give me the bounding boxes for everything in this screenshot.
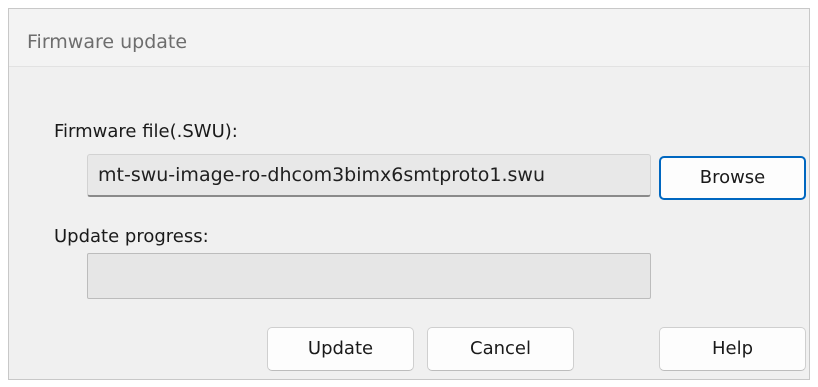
firmware-file-field[interactable]: mt-swu-image-ro-dhcom3bimx6smtproto1.swu bbox=[87, 154, 651, 197]
update-progress-label: Update progress: bbox=[54, 226, 209, 247]
firmware-update-dialog: Firmware update Firmware file(.SWU): mt-… bbox=[8, 8, 810, 380]
cancel-button[interactable]: Cancel bbox=[427, 327, 574, 371]
update-progress-bar bbox=[87, 253, 651, 299]
dialog-titlebar[interactable]: Firmware update bbox=[9, 9, 809, 67]
background-window-fragment bbox=[200, 0, 340, 6]
update-button[interactable]: Update bbox=[267, 327, 414, 371]
help-button[interactable]: Help bbox=[659, 327, 806, 371]
firmware-file-label: Firmware file(.SWU): bbox=[54, 121, 238, 142]
dialog-title: Firmware update bbox=[27, 31, 188, 53]
screen: Firmware update Firmware file(.SWU): mt-… bbox=[0, 0, 818, 387]
browse-button[interactable]: Browse bbox=[659, 156, 806, 200]
background-window-fragment bbox=[545, 0, 655, 6]
